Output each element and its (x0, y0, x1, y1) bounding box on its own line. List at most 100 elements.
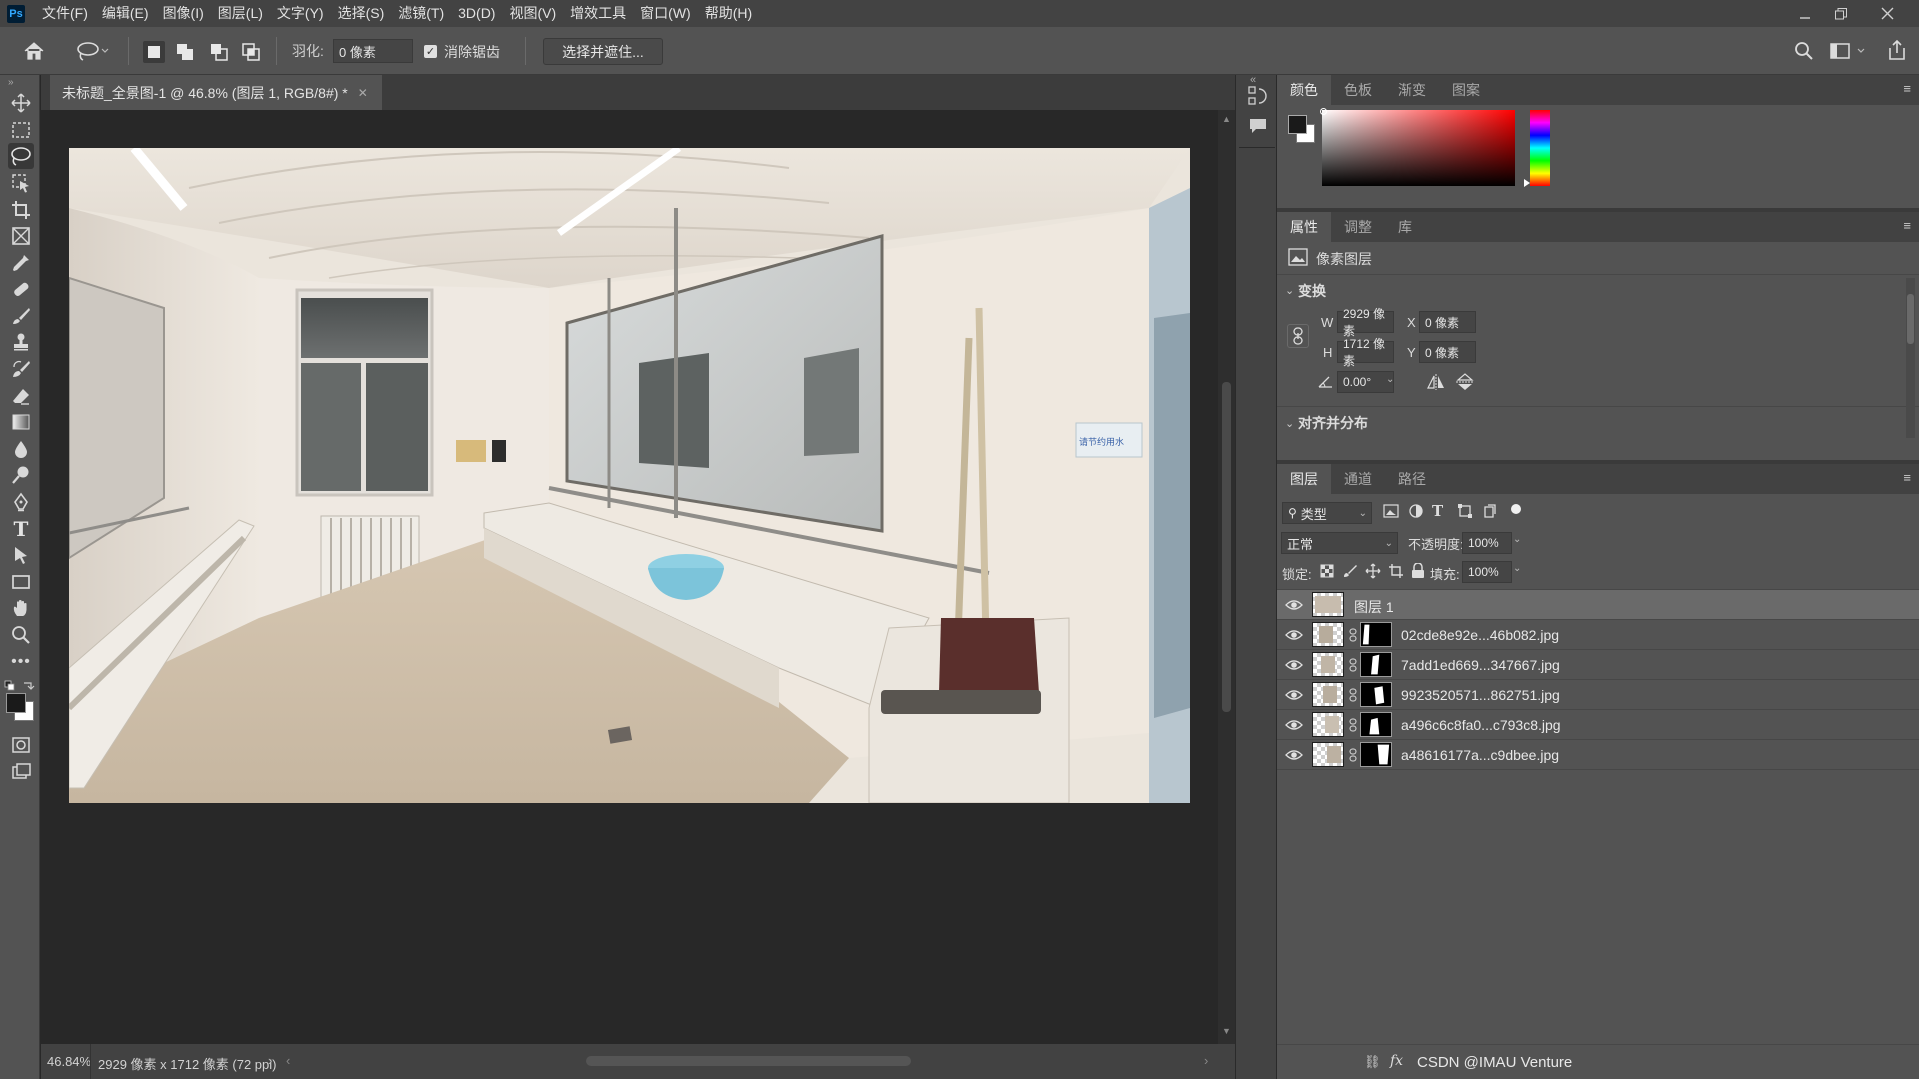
home-icon[interactable] (20, 38, 48, 64)
tab-gradients[interactable]: 渐变 (1385, 75, 1439, 105)
layer-name[interactable]: 02cde8e92e...46b082.jpg (1401, 627, 1559, 643)
visibility-eye-icon[interactable] (1285, 748, 1303, 762)
pen-tool-icon[interactable] (8, 489, 34, 515)
layer-mask-thumbnail[interactable] (1360, 682, 1392, 707)
panel-menu-icon[interactable]: ≡ (1903, 470, 1911, 485)
angle-dropdown-icon[interactable]: ⌄ (1386, 374, 1394, 385)
tab-adjustments[interactable]: 调整 (1331, 212, 1385, 242)
layer-name[interactable]: 图层 1 (1354, 597, 1394, 617)
photoshop-logo[interactable]: Ps (7, 4, 25, 23)
flip-vertical-icon[interactable] (1455, 373, 1475, 391)
comments-panel-icon[interactable] (1248, 117, 1268, 135)
width-input[interactable]: 2929 像素 (1337, 307, 1394, 338)
menu-window[interactable]: 窗口(W) (633, 0, 698, 27)
intersect-selection-icon[interactable] (240, 41, 262, 63)
transform-section-label[interactable]: 变换 (1298, 281, 1326, 301)
link-dimensions-icon[interactable] (1287, 324, 1309, 348)
lock-transparent-icon[interactable] (1320, 564, 1334, 578)
move-tool-icon[interactable] (8, 90, 34, 116)
clone-stamp-tool-icon[interactable] (8, 329, 34, 355)
menu-filter[interactable]: 滤镜(T) (391, 0, 451, 27)
layer-thumbnail[interactable] (1312, 682, 1344, 707)
tab-color[interactable]: 颜色 (1277, 75, 1331, 105)
layer-thumbnail[interactable] (1312, 652, 1344, 677)
object-selection-tool-icon[interactable] (8, 170, 34, 196)
marquee-tool-icon[interactable] (8, 117, 34, 143)
feather-input[interactable]: 0 像素 (333, 39, 413, 63)
menu-select[interactable]: 选择(S) (331, 0, 392, 27)
hue-slider-handle[interactable] (1524, 179, 1530, 187)
visibility-eye-icon[interactable] (1285, 628, 1303, 642)
layer-thumbnail[interactable] (1312, 622, 1344, 647)
healing-brush-tool-icon[interactable] (8, 276, 34, 302)
collapse-icon[interactable]: » (8, 77, 14, 88)
subtract-from-selection-icon[interactable] (208, 41, 230, 63)
foreground-color-swatch[interactable] (6, 693, 26, 713)
x-input[interactable]: 0 像素 (1419, 311, 1476, 333)
properties-scroll-thumb[interactable] (1907, 294, 1914, 344)
color-picker-handle[interactable] (1320, 108, 1327, 115)
height-input[interactable]: 1712 像素 (1337, 337, 1394, 368)
document-tab[interactable]: 未标题_全景图-1 @ 46.8% (图层 1, RGB/8#) * ✕ (50, 75, 382, 110)
layer-mask-thumbnail[interactable] (1360, 652, 1392, 677)
filter-shape-icon[interactable] (1457, 503, 1473, 519)
history-panel-icon[interactable] (1247, 85, 1267, 107)
lock-all-icon[interactable] (1411, 562, 1425, 579)
tab-libraries[interactable]: 库 (1385, 212, 1425, 242)
menu-help[interactable]: 帮助(H) (698, 0, 759, 27)
layer-row[interactable]: a496c6c8fa0...c793c8.jpg (1277, 710, 1919, 740)
eyedropper-tool-icon[interactable] (8, 250, 34, 276)
layer-filter-select[interactable]: ⚲ 类型 ⌄ (1282, 502, 1372, 524)
frame-tool-icon[interactable] (8, 223, 34, 249)
fx-icon[interactable]: fx (1390, 1053, 1403, 1069)
layer-thumbnail[interactable] (1312, 592, 1344, 617)
tab-close-icon[interactable]: ✕ (358, 86, 368, 100)
tab-patterns[interactable]: 图案 (1439, 75, 1493, 105)
tab-channels[interactable]: 通道 (1331, 464, 1385, 494)
layer-name[interactable]: a48616177a...c9dbee.jpg (1401, 747, 1559, 763)
crop-tool-icon[interactable] (8, 197, 34, 223)
layer-mask-thumbnail[interactable] (1360, 742, 1392, 767)
status-menu-chevron-icon[interactable]: › (268, 1053, 272, 1068)
menu-file[interactable]: 文件(F) (35, 0, 95, 27)
filter-type-icon[interactable]: T (1432, 502, 1448, 520)
lasso-tool-preset-icon[interactable] (74, 38, 110, 64)
workspace-icon[interactable] (1828, 39, 1868, 63)
layer-thumbnail[interactable] (1312, 712, 1344, 737)
mask-link-icon[interactable] (1349, 748, 1357, 762)
antialias-checkbox[interactable]: ✓ (424, 45, 437, 58)
history-brush-tool-icon[interactable] (8, 356, 34, 382)
layer-row[interactable]: 7add1ed669...347667.jpg (1277, 650, 1919, 680)
vertical-scroll-thumb[interactable] (1222, 382, 1231, 712)
menu-type[interactable]: 文字(Y) (270, 0, 331, 27)
layer-row[interactable]: 9923520571...862751.jpg (1277, 680, 1919, 710)
mask-link-icon[interactable] (1349, 658, 1357, 672)
opacity-dropdown-icon[interactable]: ⌄ (1513, 534, 1521, 545)
filter-toggle-icon[interactable] (1511, 504, 1521, 514)
new-selection-icon[interactable] (143, 41, 165, 63)
brush-tool-icon[interactable] (8, 303, 34, 329)
align-section-label[interactable]: 对齐并分布 (1298, 413, 1368, 433)
close-icon[interactable] (1869, 0, 1905, 27)
screen-mode-icon[interactable] (8, 759, 34, 785)
layer-mask-thumbnail[interactable] (1360, 712, 1392, 737)
zoom-tool-icon[interactable] (8, 622, 34, 648)
chevron-down-icon[interactable]: ⌄ (1285, 284, 1294, 297)
chevron-down-icon[interactable]: ⌄ (1285, 417, 1294, 430)
layer-row[interactable]: a48616177a...c9dbee.jpg (1277, 740, 1919, 770)
filter-pixel-icon[interactable] (1383, 503, 1399, 519)
menu-edit[interactable]: 编辑(E) (95, 0, 156, 27)
layer-row[interactable]: 02cde8e92e...46b082.jpg (1277, 620, 1919, 650)
menu-layer[interactable]: 图层(L) (211, 0, 270, 27)
color-panel-foreground-swatch[interactable] (1288, 115, 1307, 134)
tab-paths[interactable]: 路径 (1385, 464, 1439, 494)
tab-layers[interactable]: 图层 (1277, 464, 1331, 494)
share-icon[interactable] (1885, 38, 1909, 62)
hand-tool-icon[interactable] (8, 595, 34, 621)
gradient-tool-icon[interactable] (8, 409, 34, 435)
mask-link-icon[interactable] (1349, 628, 1357, 642)
layer-mask-thumbnail[interactable] (1360, 622, 1392, 647)
restore-icon[interactable] (1823, 0, 1859, 27)
mask-link-icon[interactable] (1349, 688, 1357, 702)
y-input[interactable]: 0 像素 (1419, 341, 1476, 363)
